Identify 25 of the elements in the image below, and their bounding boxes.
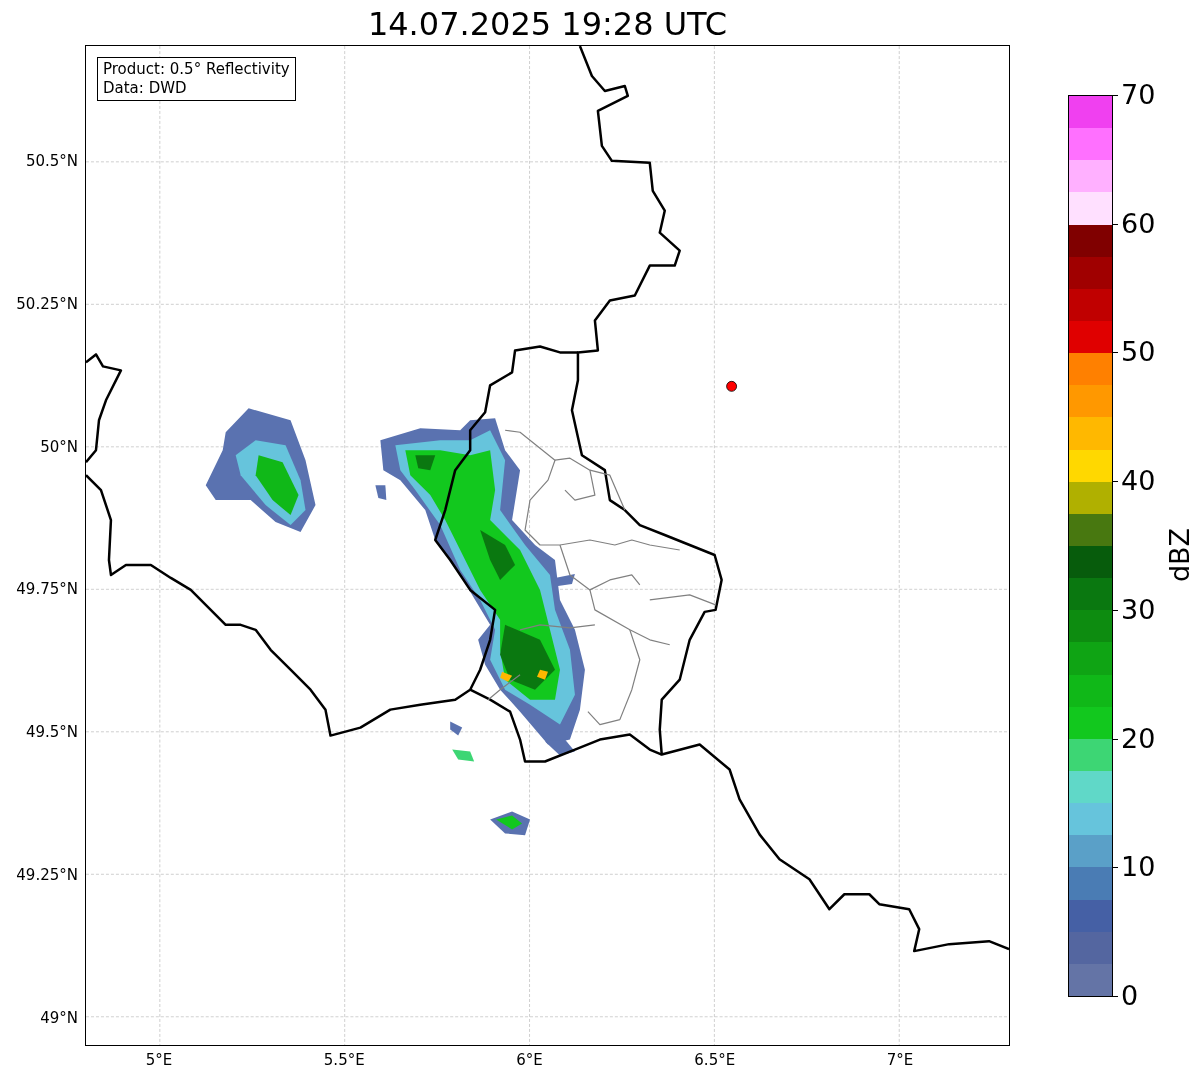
colorbar-tick-label: 20 bbox=[1121, 722, 1156, 755]
longitude-label: 6.5°E bbox=[693, 1050, 737, 1070]
latitude-label: 50.25°N bbox=[15, 293, 78, 314]
colorbar-label: dBZ bbox=[1164, 527, 1196, 583]
latitude-label: 49.75°N bbox=[15, 579, 78, 600]
info-text: Product: 0.5° Reflectivity bbox=[103, 60, 290, 79]
info-text: Data: DWD bbox=[103, 79, 188, 98]
latitude-label: 49.25°N bbox=[15, 865, 78, 885]
latitude-label: 50°N bbox=[39, 436, 78, 457]
chart-title: 14.07.2025 19:28 UTC bbox=[366, 4, 729, 44]
latitude-label: 50.5°N bbox=[24, 151, 78, 171]
colorbar-tick-label: 60 bbox=[1121, 207, 1156, 240]
location-marker bbox=[726, 380, 737, 392]
longitude-label: 7°E bbox=[885, 1050, 915, 1070]
colorbar-tick-label: 50 bbox=[1121, 336, 1156, 369]
latitude-label: 49°N bbox=[39, 1007, 78, 1028]
colorbar-tick-label: 70 bbox=[1121, 79, 1156, 111]
longitude-label: 6°E bbox=[515, 1050, 544, 1070]
longitude-label: 5°E bbox=[144, 1050, 174, 1070]
colorbar-tick-label: 10 bbox=[1121, 851, 1156, 884]
latitude-label: 49.5°N bbox=[24, 722, 78, 743]
colorbar-tick-label: 30 bbox=[1121, 593, 1156, 626]
longitude-label: 5.5°E bbox=[322, 1050, 366, 1070]
colorbar-tick-label: 0 bbox=[1121, 980, 1139, 1012]
colorbar-tick-label: 40 bbox=[1121, 465, 1156, 498]
